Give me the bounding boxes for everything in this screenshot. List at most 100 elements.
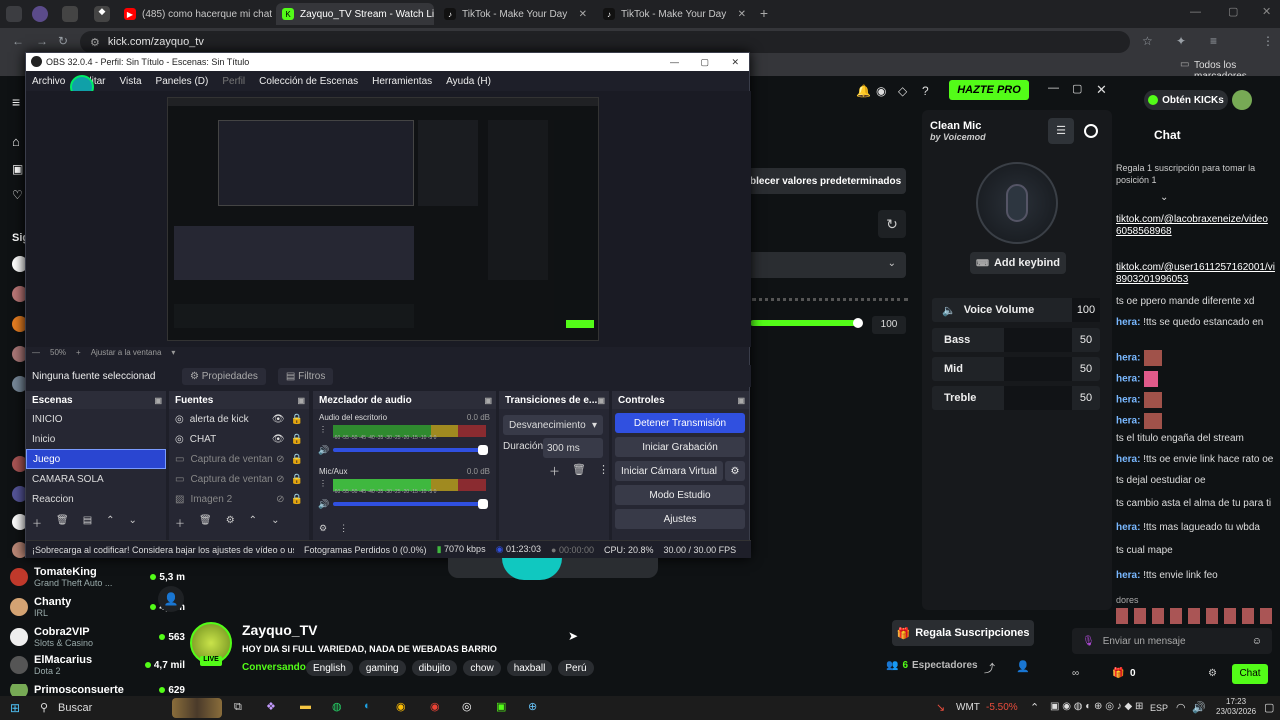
- menu-perfil[interactable]: Perfil: [222, 76, 245, 87]
- fader-thumb[interactable]: [478, 499, 488, 509]
- menu-icon[interactable]: ⋮: [598, 463, 609, 479]
- menu-icon[interactable]: ⋮: [319, 479, 327, 488]
- gear-icon[interactable]: ⚙: [319, 523, 327, 534]
- tag[interactable]: gaming: [358, 660, 406, 676]
- chevron-down-icon[interactable]: ▾: [171, 348, 175, 357]
- obs-preview[interactable]: [167, 97, 599, 341]
- home-icon[interactable]: ⌂: [12, 134, 20, 149]
- trash-icon[interactable]: 🗑: [56, 515, 69, 530]
- chat-message[interactable]: tiktok.com/@user1611257162001/vi 8903201…: [1116, 262, 1276, 286]
- add-keybind-button[interactable]: ⌨ Add keybind: [970, 252, 1066, 274]
- whatsapp-icon[interactable]: ◍: [332, 700, 342, 713]
- gift-icon[interactable]: 🎁: [1112, 668, 1124, 679]
- refresh-icon[interactable]: ↻: [878, 210, 906, 238]
- reload-icon[interactable]: ↻: [58, 34, 68, 48]
- eye-hidden-icon[interactable]: ⊘: [276, 494, 284, 505]
- tab-kick[interactable]: K Zayquo_TV Stream - Watch Live ✕: [276, 3, 434, 25]
- source-item[interactable]: ▭ Captura de ventan ⊘ 🔒: [169, 469, 309, 489]
- trash-icon[interactable]: 🗑: [199, 515, 212, 530]
- menu-icon[interactable]: ⋮: [339, 523, 348, 534]
- volume-fader[interactable]: [333, 448, 486, 452]
- tab-icon-3[interactable]: ◆: [94, 6, 110, 22]
- gift-subs-button[interactable]: 🎁 Regala Suscripciones: [892, 620, 1034, 646]
- tag[interactable]: English: [306, 660, 353, 676]
- speaker-icon[interactable]: 🔊: [318, 445, 329, 456]
- tab-icon-1[interactable]: [32, 6, 48, 22]
- treble-slider[interactable]: Treble 50: [932, 386, 1100, 410]
- browse-icon[interactable]: ▣: [12, 162, 23, 176]
- clock[interactable]: 17:23 23/03/2026: [1216, 697, 1256, 717]
- scene-item-selected[interactable]: Juego: [26, 449, 166, 469]
- tab-youtube[interactable]: ▶ (485) como hacerque mi chat n ✕: [118, 3, 273, 25]
- device-select[interactable]: ⌄: [750, 252, 906, 278]
- edge-icon[interactable]: ◐: [364, 700, 371, 712]
- eye-icon[interactable]: 👁: [272, 434, 285, 445]
- sidebar-channel-cobra2vip[interactable]: Cobra2VIP Slots & Casino 563: [10, 626, 185, 648]
- chrome-icon[interactable]: ◉: [396, 700, 406, 713]
- chrome-icon[interactable]: ◉: [430, 700, 440, 713]
- back-icon[interactable]: ←: [12, 34, 24, 48]
- duration-spinbox[interactable]: 300 ms: [543, 438, 603, 458]
- wifi-icon[interactable]: ◠: [1176, 701, 1186, 714]
- steam-icon[interactable]: ⊕: [528, 700, 537, 713]
- volume-fader[interactable]: [333, 502, 486, 506]
- taskbar-search[interactable]: Buscar: [58, 702, 92, 714]
- start-recording-button[interactable]: Iniciar Grabación: [615, 437, 745, 457]
- volume-icon[interactable]: 🔊: [1192, 701, 1206, 714]
- chevron-down-icon[interactable]: ⌄: [271, 515, 279, 530]
- close-icon[interactable]: ✕: [1096, 82, 1107, 98]
- obs-icon[interactable]: ◎: [462, 700, 472, 713]
- minimize-icon[interactable]: —: [1048, 82, 1059, 94]
- menu-icon[interactable]: ≡: [12, 94, 20, 110]
- chevron-down-icon[interactable]: ⌄: [129, 515, 137, 530]
- dock-popout-icon[interactable]: ▣: [484, 396, 492, 405]
- settings-button[interactable]: Ajustes: [615, 509, 745, 529]
- scene-item[interactable]: Reaccion: [26, 489, 166, 509]
- browser-profile-icon[interactable]: [6, 6, 22, 22]
- volume-slider-thumb[interactable]: [853, 318, 863, 328]
- notification-icon[interactable]: ▢: [1264, 701, 1274, 714]
- filters-button[interactable]: ▤ Filtros: [277, 367, 334, 385]
- eye-hidden-icon[interactable]: ⊘: [276, 454, 284, 465]
- start-virtual-camera-button[interactable]: Iniciar Cámara Virtual: [615, 461, 723, 481]
- windows-start-icon[interactable]: ⊞: [10, 701, 20, 715]
- scene-item[interactable]: INICIO: [26, 409, 166, 429]
- eye-hidden-icon[interactable]: ⊘: [276, 474, 284, 485]
- dock-popout-icon[interactable]: ▣: [737, 396, 745, 405]
- menu-icon[interactable]: ⋮: [319, 425, 327, 434]
- filter-icon[interactable]: ▤: [83, 515, 92, 530]
- close-icon[interactable]: ✕: [579, 9, 587, 20]
- url-field[interactable]: ⚙ kick.com/zayquo_tv: [80, 31, 1130, 53]
- search-icon[interactable]: ⚲: [40, 701, 48, 714]
- forward-icon[interactable]: →: [36, 34, 48, 48]
- emoji-icon[interactable]: ☺: [1252, 636, 1262, 647]
- tab-tiktok-2[interactable]: ♪ TikTok - Make Your Day ✕: [597, 3, 752, 25]
- menu-icon[interactable]: ⋮: [1262, 34, 1274, 48]
- chat-message[interactable]: tiktok.com/@lacobraxeneize/video 6058568…: [1116, 214, 1276, 238]
- transition-select[interactable]: Desvanecimiento ▾: [503, 415, 603, 435]
- tab-tiktok-1[interactable]: ♪ TikTok - Make Your Day ✕: [438, 3, 593, 25]
- chevron-up-icon[interactable]: ⌃: [106, 515, 114, 530]
- scene-item[interactable]: CAMARA SOLA: [26, 469, 166, 489]
- properties-button[interactable]: ⚙ Propiedades: [182, 367, 266, 385]
- minimize-window-button[interactable]: —: [1190, 6, 1201, 18]
- lock-icon[interactable]: 🔒: [291, 494, 303, 505]
- stop-streaming-button[interactable]: Detener Transmisión: [615, 413, 745, 433]
- zoom-level[interactable]: 50%: [50, 348, 66, 357]
- chevron-down-icon[interactable]: ⌄: [1160, 192, 1168, 203]
- menu-ayuda[interactable]: Ayuda (H): [446, 76, 491, 87]
- add-icon[interactable]: ＋: [175, 515, 185, 530]
- menu-archivo[interactable]: Archivo: [32, 76, 65, 87]
- site-info-icon[interactable]: ⚙: [90, 36, 100, 49]
- lock-icon[interactable]: 🔒: [291, 414, 303, 425]
- terminal-icon[interactable]: ▣: [496, 700, 506, 713]
- sidebar-channel-tomateking[interactable]: TomateKing Grand Theft Auto ... 5,3 m: [10, 566, 185, 588]
- chat-input[interactable]: 🎙 Enviar un mensaje ☺: [1072, 628, 1272, 654]
- menu-vista[interactable]: Vista: [119, 76, 141, 87]
- notifications-icon[interactable]: 🔔: [856, 84, 871, 98]
- voice-volume-slider[interactable]: 🔈 Voice Volume 100: [932, 298, 1100, 322]
- volume-slider[interactable]: [750, 320, 860, 326]
- fit-to-window[interactable]: Ajustar a la ventana: [91, 348, 162, 357]
- gear-icon[interactable]: ⚙: [226, 515, 235, 530]
- tag[interactable]: haxball: [506, 660, 553, 676]
